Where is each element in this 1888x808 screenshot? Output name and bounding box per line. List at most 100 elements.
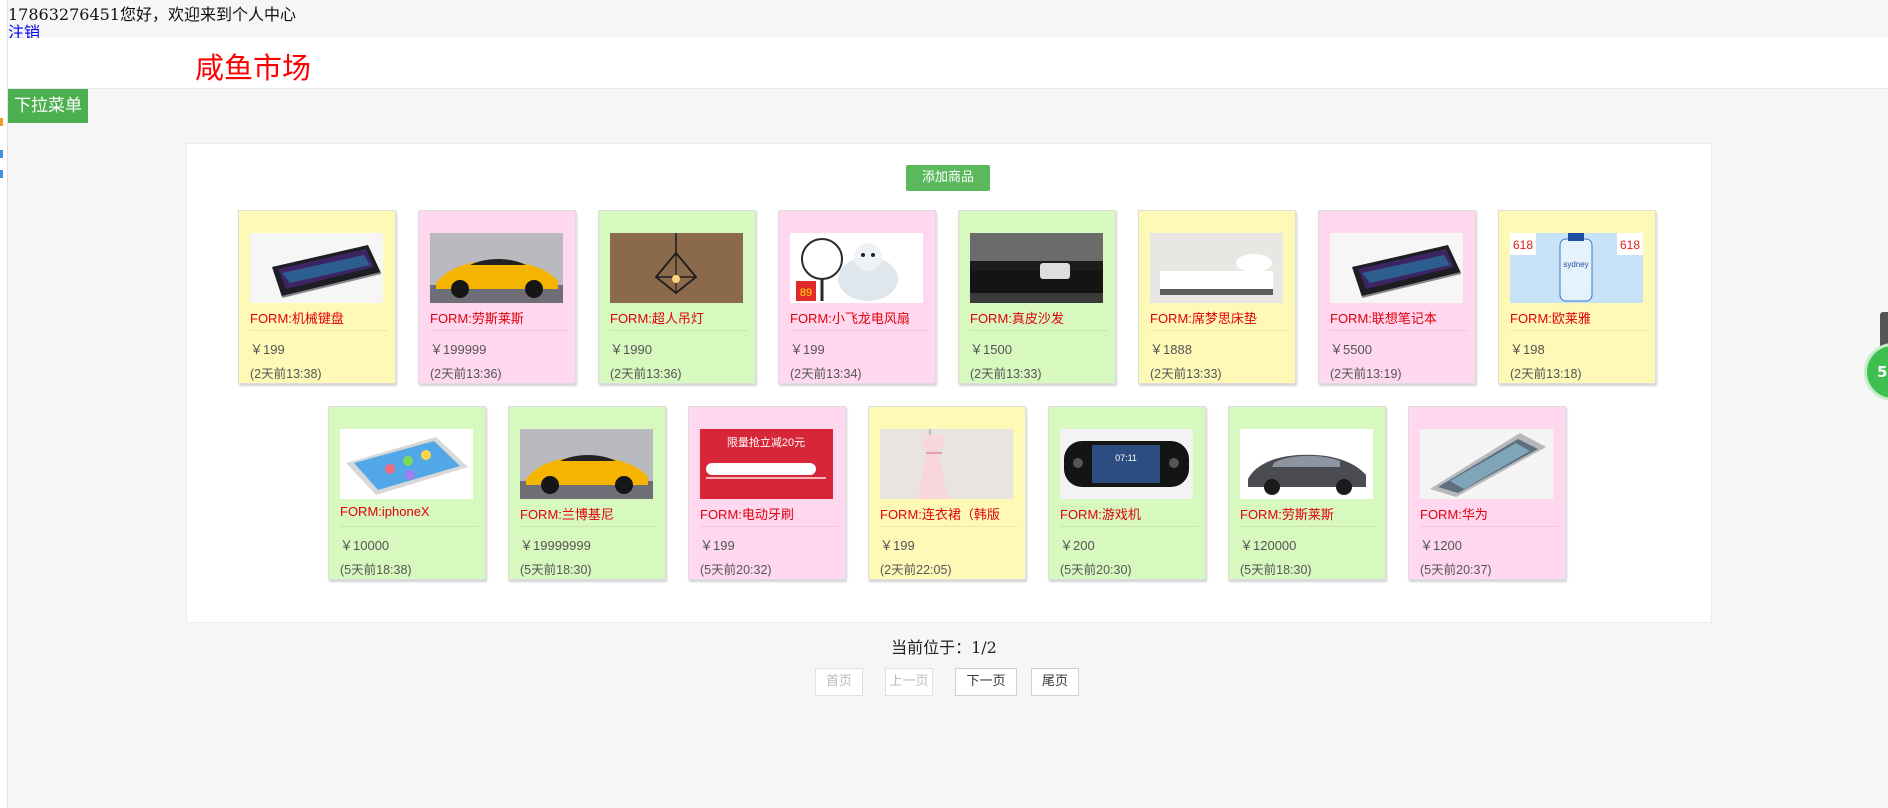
product-timestamp: (2天前13:33) <box>970 367 1042 381</box>
product-title[interactable]: FORM:劳斯莱斯 <box>1240 504 1378 523</box>
product-price: ￥199999 <box>430 342 487 357</box>
site-header: 咸鱼市场 <box>8 38 1888 89</box>
divider <box>520 526 658 527</box>
product-timestamp: (5天前18:30) <box>1240 563 1312 577</box>
product-card[interactable]: FORM:机械键盘 ￥199 (2天前13:38) <box>238 210 396 384</box>
divider <box>790 330 928 331</box>
product-price: ￥19999999 <box>520 538 591 553</box>
divider <box>880 526 1018 527</box>
product-title[interactable]: FORM:真皮沙发 <box>970 308 1108 327</box>
product-card[interactable]: FORM:联想笔记本 ￥5500 (2天前13:19) <box>1318 210 1476 384</box>
page-position: 当前位于：1/2 <box>891 638 997 657</box>
next-page-button[interactable]: 下一页 <box>955 668 1017 696</box>
svg-text:sydney: sydney <box>1563 260 1588 269</box>
product-card[interactable]: FORM:真皮沙发 ￥1500 (2天前13:33) <box>958 210 1116 384</box>
product-card[interactable]: FORM:iphoneX ￥10000 (5天前18:38) <box>328 406 486 580</box>
product-title[interactable]: FORM:超人吊灯 <box>610 308 748 327</box>
product-price: ￥199 <box>700 538 735 553</box>
user-bar: 17863276451您好，欢迎来到个人中心 注销 <box>8 0 1888 42</box>
product-card[interactable]: FORM:超人吊灯 ￥1990 (2天前13:36) <box>598 210 756 384</box>
dropdown-menu-button[interactable]: 下拉菜单 <box>8 89 88 123</box>
product-image[interactable] <box>520 429 653 499</box>
product-timestamp: (2天前13:19) <box>1330 367 1402 381</box>
product-image[interactable] <box>340 429 473 499</box>
edge-mark <box>0 118 3 126</box>
product-image[interactable] <box>880 429 1013 499</box>
product-title[interactable]: FORM:华为 <box>1420 504 1558 523</box>
product-price: ￥1888 <box>1150 342 1192 357</box>
product-price: ￥199 <box>880 538 915 553</box>
product-timestamp: (5天前20:32) <box>700 563 772 577</box>
product-card[interactable]: FORM:兰博基尼 ￥19999999 (5天前18:30) <box>508 406 666 580</box>
product-card[interactable]: 限量抢立减20元 FORM:电动牙刷 ￥199 (5天前20:32) <box>688 406 846 580</box>
product-title[interactable]: FORM:游戏机 <box>1060 504 1198 523</box>
divider <box>610 330 748 331</box>
svg-text:限量抢立减20元: 限量抢立减20元 <box>727 435 805 449</box>
product-image[interactable] <box>1240 429 1373 499</box>
divider <box>430 330 568 331</box>
product-image[interactable] <box>1420 429 1553 499</box>
product-price: ￥1990 <box>610 342 652 357</box>
divider <box>1330 330 1468 331</box>
product-card[interactable]: FORM:华为 ￥1200 (5天前20:37) <box>1408 406 1566 580</box>
product-title[interactable]: FORM:电动牙刷 <box>700 504 838 523</box>
product-price: ￥199 <box>790 342 825 357</box>
divider <box>1420 526 1558 527</box>
product-title[interactable]: FORM:兰博基尼 <box>520 504 658 523</box>
product-title[interactable]: FORM:劳斯莱斯 <box>430 308 568 327</box>
product-price: ￥120000 <box>1240 538 1297 553</box>
welcome-text: 17863276451您好，欢迎来到个人中心 <box>8 5 296 24</box>
prev-page-button[interactable]: 上一页 <box>885 668 933 696</box>
product-card[interactable]: FORM:劳斯莱斯 ￥120000 (5天前18:30) <box>1228 406 1386 580</box>
product-timestamp: (5天前18:38) <box>340 563 412 577</box>
divider <box>250 330 388 331</box>
product-card[interactable]: 618 618 sydney FORM:欧莱雅 ￥198 (2天前13:18) <box>1498 210 1656 384</box>
product-timestamp: (2天前13:36) <box>610 367 682 381</box>
product-image[interactable]: 89 <box>790 233 923 303</box>
product-timestamp: (2天前13:34) <box>790 367 862 381</box>
product-card[interactable]: FORM:席梦思床垫 ￥1888 (2天前13:33) <box>1138 210 1296 384</box>
product-title[interactable]: FORM:欧莱雅 <box>1510 308 1648 327</box>
product-card[interactable]: 89 FORM:小飞龙电风扇 ￥199 (2天前13:34) <box>778 210 936 384</box>
divider <box>340 526 478 527</box>
divider <box>1150 330 1288 331</box>
product-image[interactable] <box>1150 233 1283 303</box>
product-price: ￥5500 <box>1330 342 1372 357</box>
divider <box>700 526 838 527</box>
first-page-button[interactable]: 首页 <box>815 668 863 696</box>
product-card[interactable]: 07:11 FORM:游戏机 ￥200 (5天前20:30) <box>1048 406 1206 580</box>
product-card[interactable]: FORM:劳斯莱斯 ￥199999 (2天前13:36) <box>418 210 576 384</box>
divider <box>1510 330 1648 331</box>
product-title[interactable]: FORM:连衣裙（韩版 <box>880 504 1018 523</box>
product-price: ￥200 <box>1060 538 1095 553</box>
product-title[interactable]: FORM:席梦思床垫 <box>1150 308 1288 327</box>
divider <box>1240 526 1378 527</box>
product-image[interactable] <box>250 233 383 303</box>
product-image[interactable] <box>610 233 743 303</box>
product-image[interactable]: 618 618 sydney <box>1510 233 1643 303</box>
product-card[interactable]: FORM:连衣裙（韩版 ￥199 (2天前22:05) <box>868 406 1026 580</box>
site-logo-title: 咸鱼市场 <box>195 51 312 85</box>
product-price: ￥1200 <box>1420 538 1462 553</box>
product-timestamp: (5天前20:37) <box>1420 563 1492 577</box>
add-product-button[interactable]: 添加商品 <box>906 165 990 191</box>
floating-badge-button[interactable]: 54 <box>1864 343 1888 401</box>
product-title[interactable]: FORM:小飞龙电风扇 <box>790 308 928 327</box>
product-timestamp: (5天前18:30) <box>520 563 592 577</box>
svg-text:07:11: 07:11 <box>1115 453 1137 463</box>
product-timestamp: (2天前13:36) <box>430 367 502 381</box>
last-page-button[interactable]: 尾页 <box>1031 668 1079 696</box>
product-timestamp: (2天前13:33) <box>1150 367 1222 381</box>
product-price: ￥198 <box>1510 342 1545 357</box>
product-image[interactable] <box>1330 233 1463 303</box>
product-timestamp: (2天前22:05) <box>880 563 952 577</box>
product-image[interactable]: 07:11 <box>1060 429 1193 499</box>
svg-text:618: 618 <box>1620 238 1640 252</box>
product-title[interactable]: FORM:iphoneX <box>340 504 478 519</box>
product-title[interactable]: FORM:联想笔记本 <box>1330 308 1468 327</box>
product-title[interactable]: FORM:机械键盘 <box>250 308 388 327</box>
product-image[interactable]: 限量抢立减20元 <box>700 429 833 499</box>
product-timestamp: (2天前13:38) <box>250 367 322 381</box>
product-image[interactable] <box>430 233 563 303</box>
product-image[interactable] <box>970 233 1103 303</box>
